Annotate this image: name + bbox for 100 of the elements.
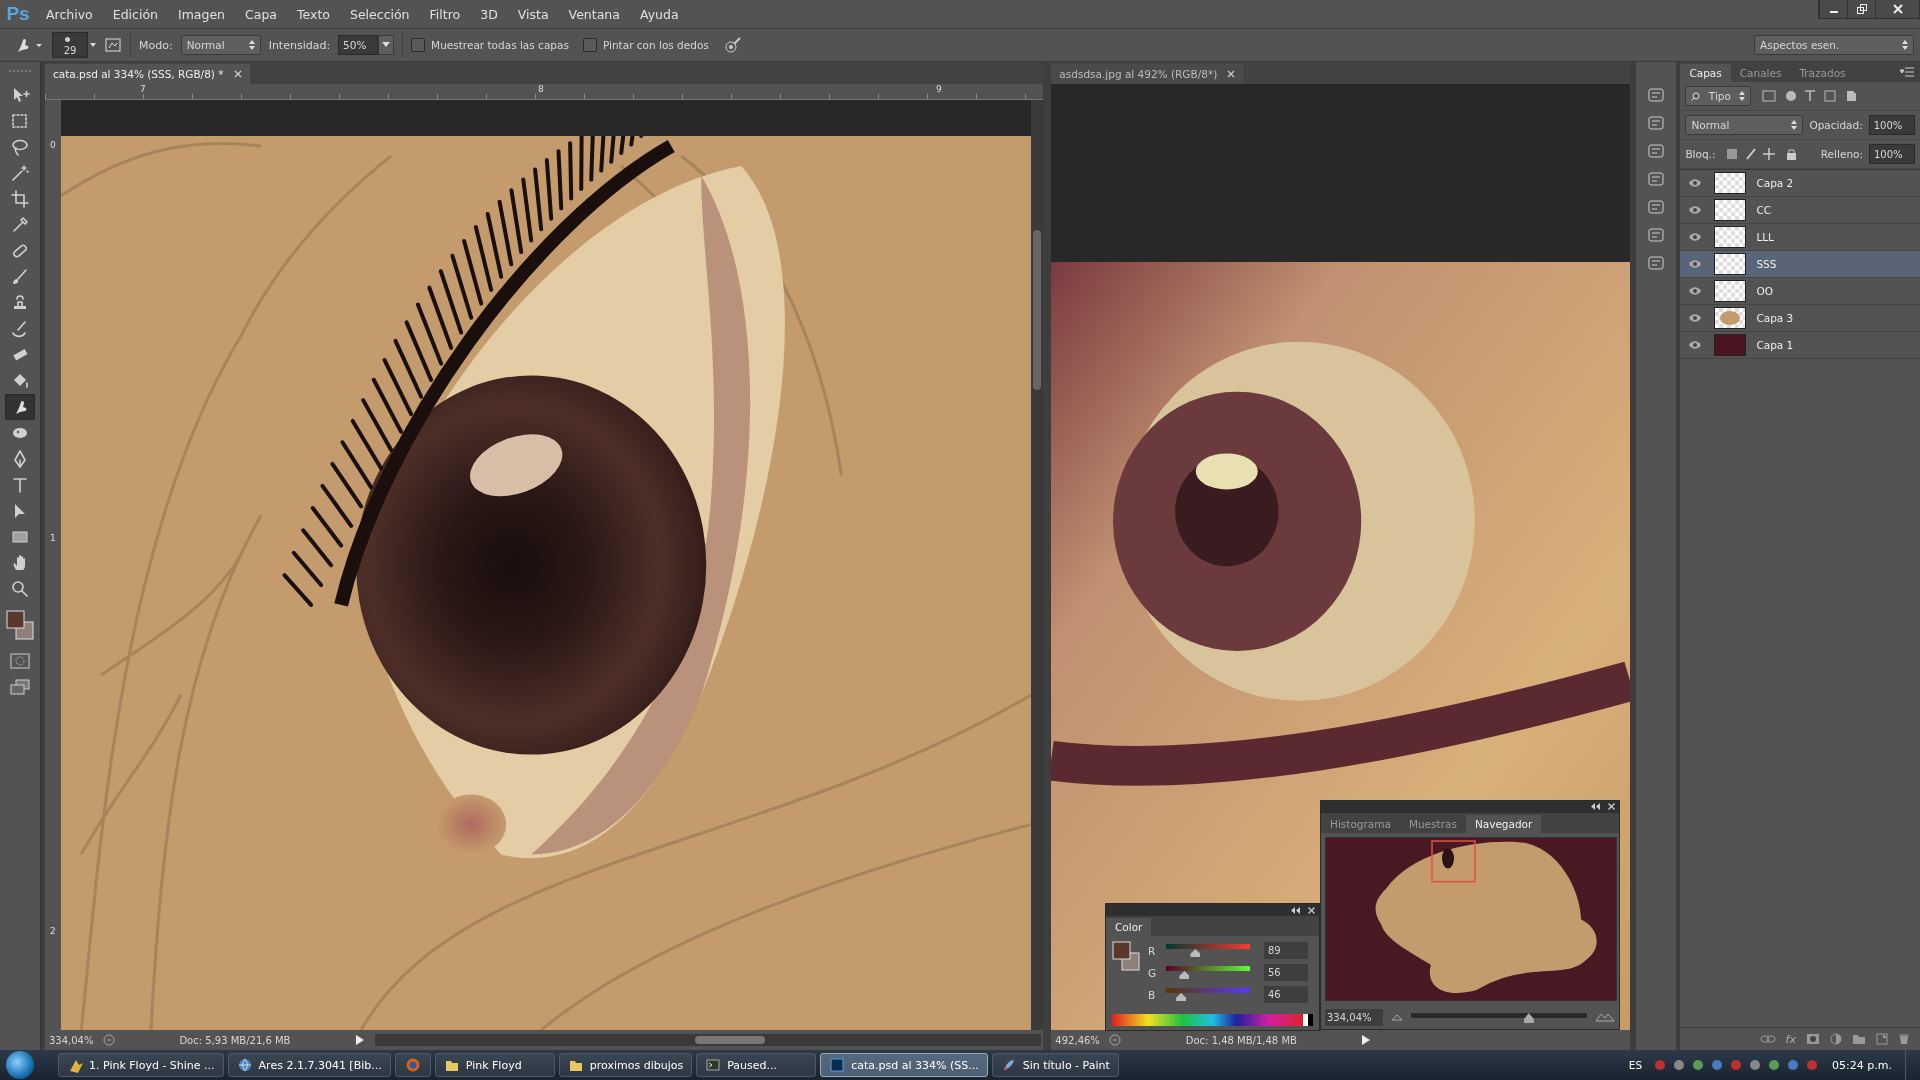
mask-icon[interactable] <box>1806 1033 1820 1045</box>
menu-item[interactable]: Capa <box>235 6 288 22</box>
blend-mode-select[interactable]: Normal <box>1685 115 1804 135</box>
menu-item[interactable]: Ayuda <box>629 6 689 22</box>
brush-size-picker[interactable]: 29 <box>52 32 88 58</box>
link-icon[interactable] <box>1759 1034 1776 1044</box>
panel-icon[interactable] <box>1647 114 1666 132</box>
document-info-icon[interactable] <box>102 1034 115 1046</box>
pressure-icon[interactable] <box>722 35 743 55</box>
filter-select[interactable]: Tipo <box>1685 86 1752 106</box>
panel-icon[interactable] <box>1647 226 1666 244</box>
fill-field[interactable]: 100% <box>1869 144 1915 164</box>
slider-thumb[interactable] <box>1176 993 1187 1001</box>
layer-name: SSS <box>1756 258 1777 270</box>
taskbar-button[interactable]: cata.psd al 334% (SS... <box>820 1053 988 1077</box>
mode-select[interactable]: Normal <box>180 35 261 55</box>
panel-icon[interactable] <box>1647 142 1666 160</box>
panel-tab[interactable]: Trazados <box>1790 64 1855 82</box>
tray-icon[interactable] <box>1748 1058 1763 1072</box>
vertical-scrollbar[interactable] <box>1031 100 1044 1030</box>
folder-icon[interactable] <box>1852 1033 1866 1045</box>
color-spectrum[interactable] <box>1112 1014 1313 1026</box>
channel-value-field[interactable]: 89 <box>1264 942 1308 959</box>
horizontal-scrollbar[interactable] <box>374 1034 1042 1046</box>
layer-row[interactable]: Capa 3 <box>1680 305 1920 332</box>
color-swatches-icon[interactable] <box>1112 941 1140 971</box>
adjustment-icon[interactable] <box>1830 1033 1842 1045</box>
menu-item[interactable]: Filtro <box>419 6 471 22</box>
panel-icon[interactable] <box>1647 198 1666 216</box>
language-indicator[interactable]: ES <box>1628 1059 1643 1071</box>
panel-tab[interactable]: Navegador <box>1465 814 1542 833</box>
play-icon[interactable] <box>354 1034 365 1046</box>
play-icon[interactable] <box>1361 1034 1372 1046</box>
zoom-in-icon[interactable] <box>1595 1012 1615 1023</box>
taskbar-button[interactable]: 1. Pink Floyd - Shine ... <box>58 1053 224 1077</box>
layer-row[interactable]: Capa 1 <box>1680 332 1920 359</box>
taskbar-button[interactable]: Ares 2.1.7.3041 [Bib... <box>227 1053 391 1077</box>
tray-icon[interactable] <box>1653 1058 1668 1072</box>
color-swatches-icon[interactable] <box>5 610 34 640</box>
panel-tab[interactable]: Canales <box>1730 64 1791 82</box>
panel-tab[interactable]: Color <box>1106 918 1152 936</box>
close-icon[interactable] <box>1875 0 1919 18</box>
taskbar-button[interactable]: proximos dibujos <box>558 1053 693 1077</box>
minimize-icon[interactable] <box>1819 0 1847 18</box>
taskbar-button[interactable]: Sin título - Paint <box>991 1053 1119 1077</box>
menu-item[interactable]: Ventana <box>558 6 630 22</box>
layer-row[interactable]: OO <box>1680 278 1920 305</box>
document-tab[interactable]: cata.psd al 334% (SSS, RGB/8) * <box>44 64 250 84</box>
menu-item[interactable]: 3D <box>470 6 508 22</box>
menu-item[interactable]: Texto <box>287 6 340 22</box>
taskbar-button[interactable]: Pink Floyd <box>434 1053 555 1077</box>
opacity-field[interactable]: 100% <box>1868 115 1915 135</box>
menu-item[interactable]: Selección <box>339 6 420 22</box>
slider-thumb[interactable] <box>1523 1013 1534 1024</box>
channel-value-field[interactable]: 56 <box>1264 964 1308 981</box>
workspace-select[interactable]: Aspectos esen. <box>1754 35 1914 55</box>
panel-icon[interactable] <box>1647 254 1666 272</box>
panel-tab[interactable]: Capas <box>1680 64 1731 82</box>
dropdown-icon[interactable] <box>378 35 395 55</box>
brush-panel-icon[interactable] <box>104 36 122 54</box>
restore-icon[interactable] <box>1847 0 1875 18</box>
layer-row[interactable]: SSS <box>1680 251 1920 278</box>
checkbox[interactable] <box>582 38 597 52</box>
tray-icon[interactable] <box>1805 1058 1820 1072</box>
panel-tab[interactable]: Muestras <box>1399 814 1466 833</box>
document-tab[interactable]: asdsdsa.jpg al 492% (RGB/8*) <box>1051 64 1244 84</box>
layer-row[interactable]: CC <box>1680 197 1920 224</box>
layer-row[interactable]: Capa 2 <box>1680 170 1920 197</box>
trash-icon[interactable] <box>1898 1033 1910 1045</box>
tray-icon[interactable] <box>1710 1058 1725 1072</box>
menu-item[interactable]: Archivo <box>36 6 103 22</box>
slider-thumb[interactable] <box>1179 971 1190 979</box>
menu-item[interactable]: Imagen <box>167 6 236 22</box>
collapse-icon[interactable] <box>1291 906 1300 914</box>
taskbar-button[interactable]: Paused... <box>696 1053 817 1077</box>
panel-icon[interactable] <box>1647 86 1666 104</box>
smudge-tool-icon[interactable] <box>4 394 35 420</box>
caret-icon[interactable] <box>90 42 96 48</box>
tray-icon[interactable] <box>1729 1058 1744 1072</box>
zoom-out-icon[interactable] <box>1391 1013 1403 1022</box>
intensity-field[interactable]: 50% <box>338 35 379 55</box>
panel-icon[interactable] <box>1647 170 1666 188</box>
tray-icon[interactable] <box>1786 1058 1801 1072</box>
menu-item[interactable]: Vista <box>507 6 559 22</box>
taskbar-button[interactable] <box>394 1053 431 1077</box>
layer-name: Capa 2 <box>1756 177 1794 189</box>
tray-icon[interactable] <box>1691 1058 1706 1072</box>
checkbox[interactable] <box>411 38 426 52</box>
document-info-icon[interactable] <box>1109 1034 1122 1046</box>
fx-button[interactable]: fx <box>1785 1032 1796 1046</box>
tray-icon[interactable] <box>1767 1058 1782 1072</box>
panel-menu-icon[interactable] <box>1900 67 1914 77</box>
channel-value-field[interactable]: 46 <box>1264 986 1308 1003</box>
menu-item[interactable]: Edición <box>102 6 168 22</box>
slider-thumb[interactable] <box>1190 949 1201 957</box>
panel-tab[interactable]: Histograma <box>1321 814 1400 833</box>
new-layer-icon[interactable] <box>1876 1033 1888 1045</box>
start-orb-icon[interactable] <box>6 1051 34 1079</box>
ruler-number: 2 <box>49 926 57 936</box>
tray-icon[interactable] <box>1672 1058 1687 1072</box>
